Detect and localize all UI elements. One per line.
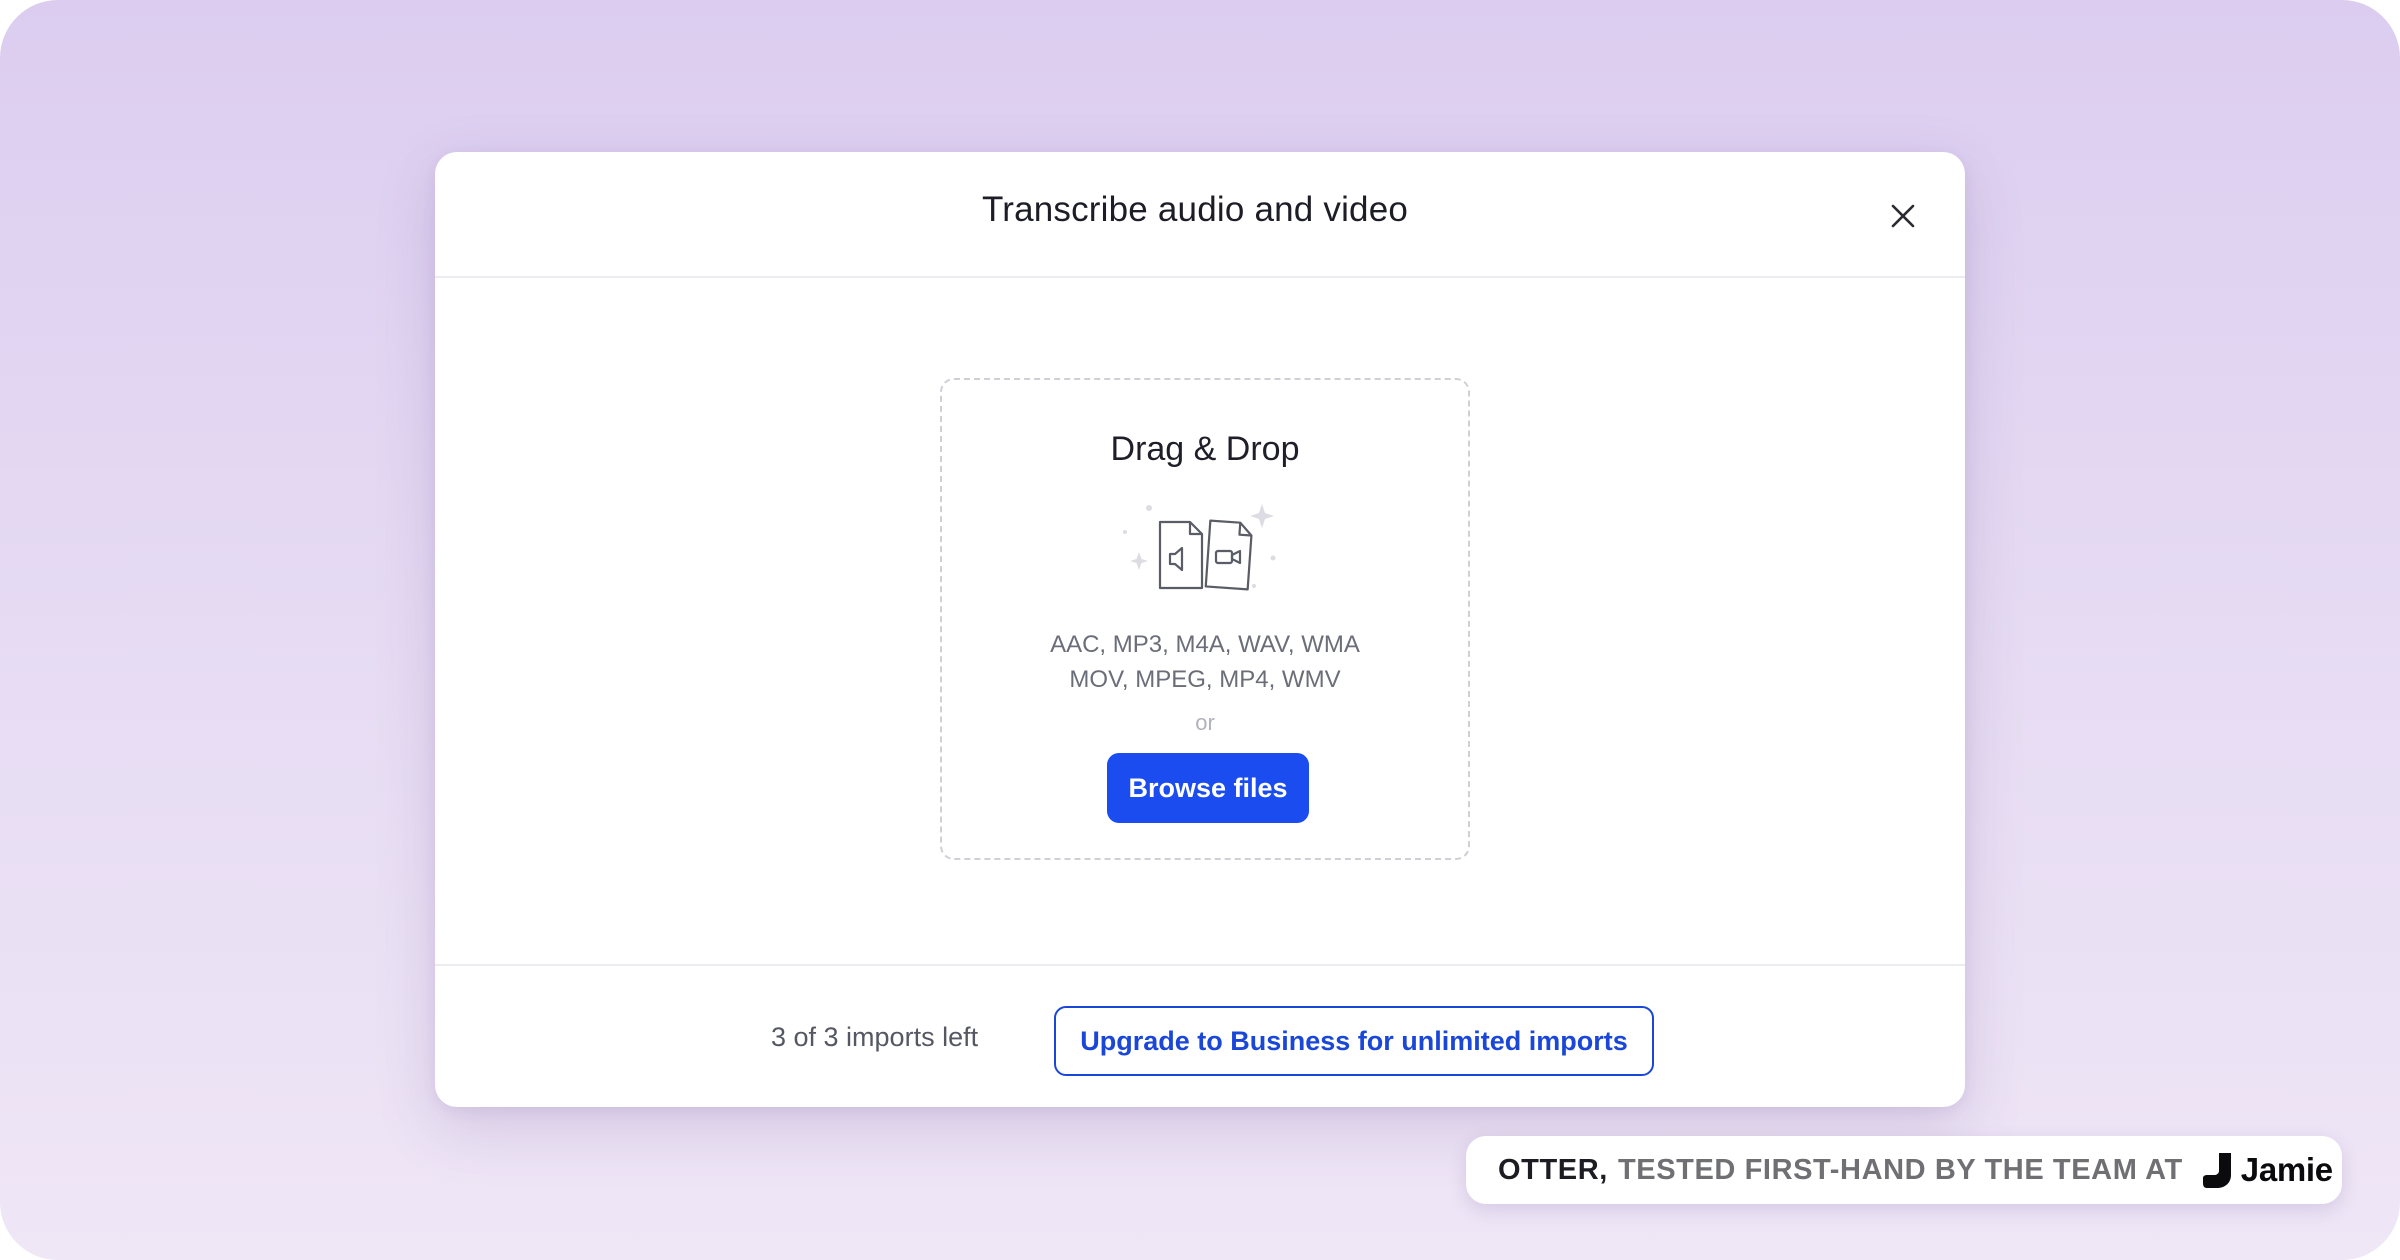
drop-zone[interactable]: Drag & Drop AAC, MP3, M4A, WAV, WMA MOV,… xyxy=(940,378,1470,860)
video-file-icon xyxy=(1204,519,1253,591)
credit-badge: OTTER, TESTED FIRST-HAND BY THE TEAM AT … xyxy=(1466,1136,2342,1204)
modal-footer: 3 of 3 imports left Upgrade to Business … xyxy=(435,964,1965,1107)
file-types-illustration xyxy=(1123,504,1276,591)
credit-text: TESTED FIRST-HAND BY THE TEAM AT xyxy=(1617,1153,2183,1186)
browse-files-button[interactable]: Browse files xyxy=(1107,753,1309,823)
supported-formats: AAC, MP3, M4A, WAV, WMA MOV, MPEG, MP4, … xyxy=(942,627,1468,697)
video-formats: MOV, MPEG, MP4, WMV xyxy=(1069,666,1341,693)
audio-formats: AAC, MP3, M4A, WAV, WMA xyxy=(1050,631,1360,658)
modal-header: Transcribe audio and video xyxy=(435,152,1965,278)
drop-zone-title: Drag & Drop xyxy=(1110,430,1300,468)
jamie-brand-name: Jamie xyxy=(2240,1151,2333,1188)
or-separator: or xyxy=(1195,710,1215,735)
imports-left-count: 3 of 3 imports left xyxy=(771,1022,979,1052)
jamie-logo: Jamie xyxy=(2201,1151,2333,1189)
audio-file-icon xyxy=(1158,520,1204,590)
jamie-mark-icon xyxy=(2202,1153,2231,1188)
modal-title: Transcribe audio and video xyxy=(981,190,1409,229)
close-icon xyxy=(1891,204,1915,228)
page-background: Transcribe audio and video Drag & Drop A… xyxy=(0,0,2400,1260)
credit-product: OTTER, xyxy=(1498,1153,1608,1186)
transcribe-modal: Transcribe audio and video Drag & Drop A… xyxy=(435,152,1965,1107)
close-button[interactable] xyxy=(1875,188,1931,244)
upgrade-business-button[interactable]: Upgrade to Business for unlimited import… xyxy=(1054,1006,1654,1076)
